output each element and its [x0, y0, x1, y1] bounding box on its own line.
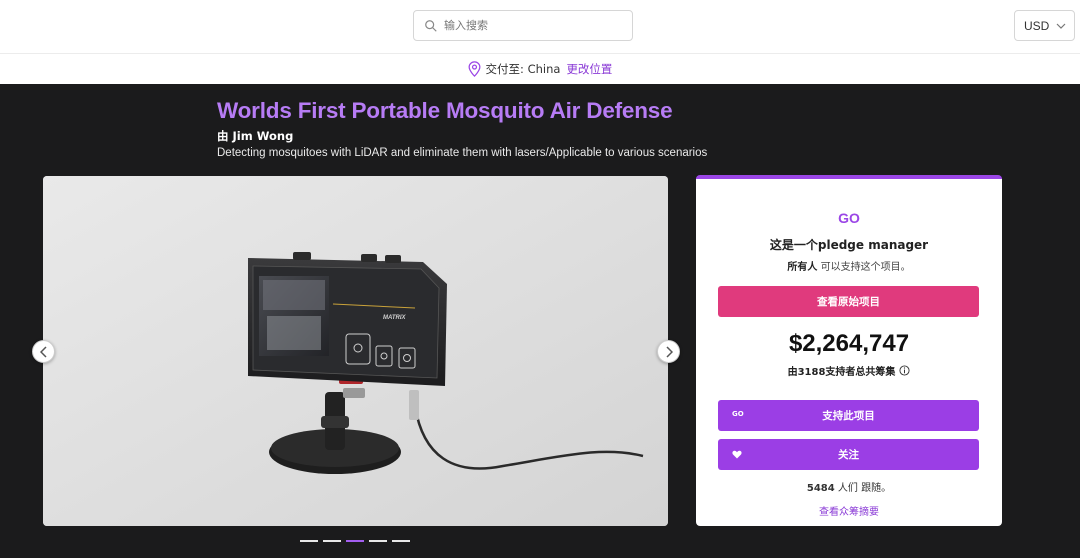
project-image[interactable]: MATRIX — [43, 176, 668, 526]
top-bar: USD — [0, 0, 1080, 54]
follow-button[interactable]: 关注 — [718, 439, 979, 470]
gallery-dot[interactable] — [392, 540, 410, 542]
search-box[interactable] — [413, 10, 633, 41]
shipping-label: 交付至: China — [485, 62, 561, 76]
gallery-dot[interactable] — [300, 540, 318, 542]
device-brand-text: MATRIX — [383, 315, 407, 321]
creator-byline[interactable]: 由 Jim Wong — [217, 128, 293, 144]
info-icon[interactable] — [899, 365, 910, 376]
subtext-rest: 可以支持这个项目。 — [820, 262, 911, 273]
go-badge-icon: GO — [732, 410, 744, 418]
currency-select[interactable]: USD — [1014, 10, 1075, 41]
view-summary-link[interactable]: 查看众筹摘要 — [696, 503, 1002, 518]
project-hero: Worlds First Portable Mosquito Air Defen… — [0, 84, 1080, 558]
gallery-dot[interactable] — [369, 540, 387, 542]
backers-summary: 由3188支持者总共筹集 — [696, 363, 1002, 378]
change-location-link[interactable]: 更改位置 — [566, 61, 612, 77]
pledge-manager-subtext: 所有人 可以支持这个项目。 — [696, 258, 1002, 273]
search-icon — [425, 19, 437, 32]
subtext-owner: 所有人 — [787, 262, 818, 273]
amount-raised: $2,264,747 — [788, 330, 910, 357]
chevron-right-icon — [665, 345, 673, 358]
heart-icon — [732, 450, 742, 459]
project-tagline: Detecting mosquitoes with LiDAR and elim… — [217, 147, 708, 159]
device-photo: MATRIX — [43, 176, 668, 526]
followers-number: 5484 — [806, 483, 835, 494]
backers-text: 由3188支持者总共筹集 — [787, 367, 896, 378]
support-project-button[interactable]: GO 支持此项目 — [718, 400, 979, 431]
gallery-next-button[interactable] — [657, 340, 680, 363]
follow-label: 关注 — [838, 449, 859, 461]
gallery-dot[interactable] — [323, 540, 341, 542]
pledge-manager-heading: 这是一个pledge manager — [769, 238, 929, 252]
gallery-prev-button[interactable] — [32, 340, 55, 363]
project-title: Worlds First Portable Mosquito Air Defen… — [217, 98, 673, 123]
pledge-card: GO 这是一个pledge manager 所有人 可以支持这个项目。 查看原始… — [696, 175, 1002, 526]
followers-text: 人们 跟随。 — [837, 483, 892, 494]
chevron-down-icon — [1056, 23, 1066, 29]
search-input[interactable] — [444, 19, 614, 32]
view-original-project-button[interactable]: 查看原始项目 — [718, 286, 979, 317]
support-label: 支持此项目 — [822, 410, 875, 422]
chevron-left-icon — [39, 345, 47, 358]
shipping-bar: 交付至: China 更改位置 — [0, 55, 1080, 83]
currency-value: USD — [1024, 18, 1050, 33]
view-original-label: 查看原始项目 — [817, 296, 880, 308]
gallery-dot-active[interactable] — [346, 540, 364, 542]
go-logo: GO — [838, 210, 860, 226]
location-pin-icon — [468, 61, 481, 77]
gallery-pagination — [300, 540, 410, 542]
followers-count: 5484 人们 跟随。 — [696, 479, 1002, 494]
